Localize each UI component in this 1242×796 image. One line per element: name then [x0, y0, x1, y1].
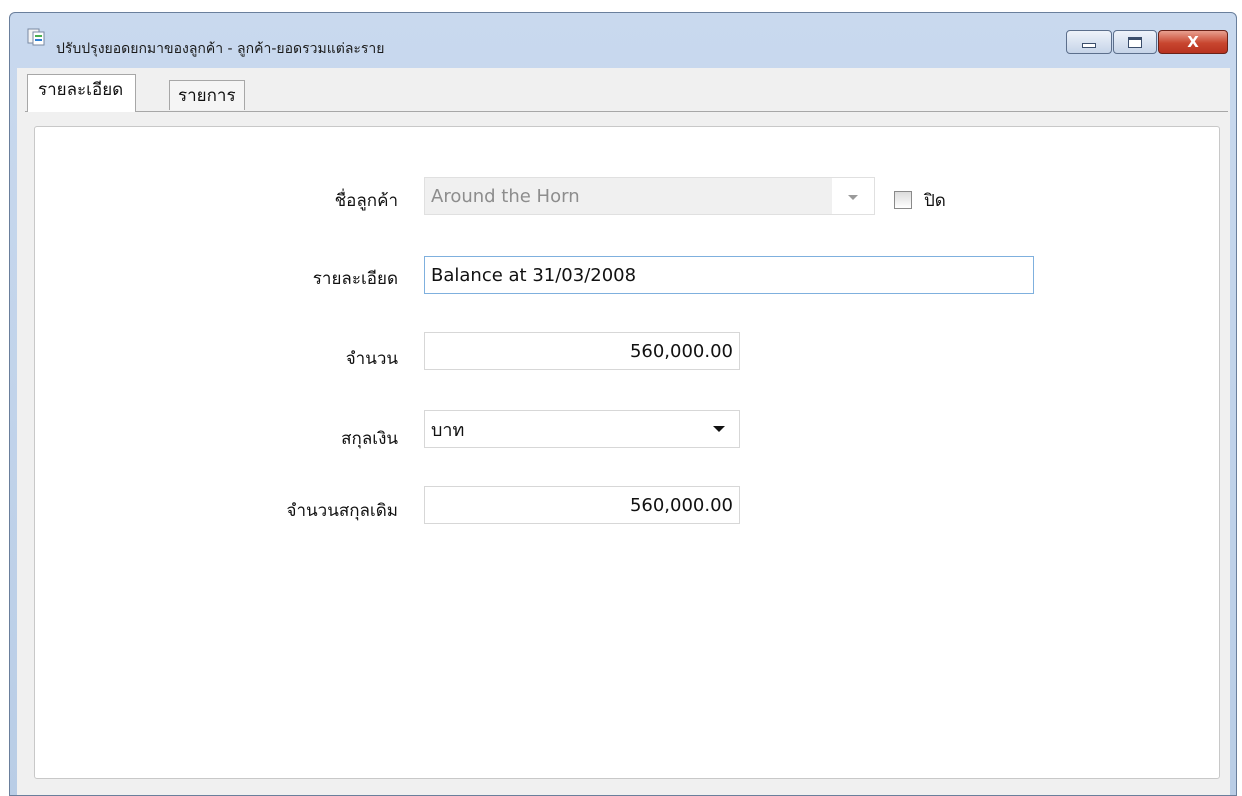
customer-value: Around the Horn — [431, 185, 580, 207]
close-icon: X — [1187, 33, 1199, 51]
description-value: Balance at 31/03/2008 — [431, 264, 637, 286]
original-amount-value: 560,000.00 — [629, 494, 733, 516]
description-input[interactable]: Balance at 31/03/2008 — [424, 256, 1034, 294]
maximize-button[interactable] — [1113, 30, 1157, 54]
customer-select: Around the Horn — [424, 177, 875, 215]
application-window: ปรับปรุงยอดยกมาของลูกค้า - ลูกค้า-ยอดรวม… — [9, 12, 1237, 796]
minimize-button[interactable] — [1066, 30, 1112, 54]
document-app-icon — [26, 27, 46, 47]
description-label: รายละเอียด — [312, 269, 398, 289]
details-panel — [34, 126, 1220, 779]
maximize-icon — [1128, 36, 1142, 48]
minimize-icon — [1082, 42, 1096, 48]
currency-select[interactable]: บาท — [424, 410, 740, 448]
amount-input[interactable]: 560,000.00 — [424, 332, 740, 370]
close-button[interactable]: X — [1158, 30, 1228, 54]
closed-checkbox[interactable] — [894, 191, 912, 209]
tab-strip-divider — [25, 111, 1228, 112]
original-amount-input[interactable]: 560,000.00 — [424, 486, 740, 524]
currency-value: บาท — [431, 419, 465, 441]
chevron-down-icon[interactable] — [713, 426, 725, 432]
window-title: ปรับปรุงยอดยกมาของลูกค้า - ลูกค้า-ยอดรวม… — [56, 41, 385, 57]
chevron-down-icon — [848, 195, 858, 200]
amount-value: 560,000.00 — [629, 340, 733, 362]
closed-label: ปิด — [924, 191, 946, 211]
currency-label: สกุลเงิน — [341, 429, 398, 449]
customer-label: ชื่อลูกค้า — [334, 191, 398, 211]
tab-details[interactable]: รายละเอียด — [27, 74, 137, 112]
amount-label: จำนวน — [345, 349, 398, 369]
tab-items[interactable]: รายการ — [169, 80, 245, 110]
original-amount-label: จำนวนสกุลเดิม — [286, 501, 398, 521]
title-bar[interactable]: ปรับปรุงยอดยกมาของลูกค้า - ลูกค้า-ยอดรวม… — [10, 13, 1236, 73]
